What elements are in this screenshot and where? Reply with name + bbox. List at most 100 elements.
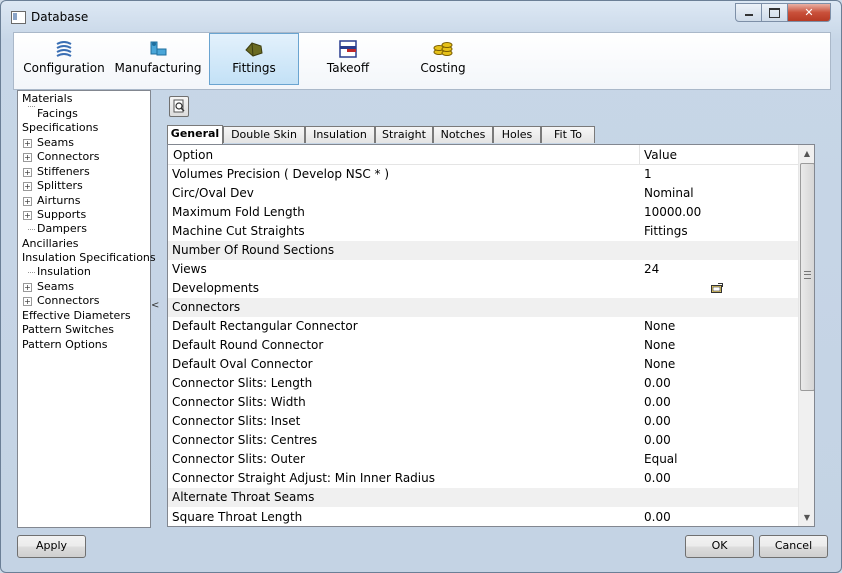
grid-value[interactable]: 1 [644,165,652,184]
tab-notches[interactable]: Notches [433,126,493,143]
tree-item-insulation[interactable]: Insulation [37,265,91,279]
apply-button[interactable]: Apply [17,535,86,558]
toolbar-fittings-button[interactable]: Fittings [209,33,299,85]
costing-icon [433,42,453,56]
ok-button[interactable]: OK [685,535,754,558]
grid-row[interactable]: Default Round Connector None [168,336,798,355]
database-window: Database ✕ Configuration Manufacturing F… [0,0,842,573]
tree-item-supports[interactable]: Supports [37,208,86,222]
tree-item-ancillaries[interactable]: Ancillaries [22,237,79,251]
maximize-icon [769,7,780,18]
grid-row[interactable]: Default Rectangular Connector None [168,317,798,336]
grid-value[interactable]: 0.00 [644,393,671,412]
grid-value[interactable]: Equal [644,450,678,469]
cancel-button[interactable]: Cancel [759,535,828,558]
grid-option: Connector Slits: Length [172,376,313,390]
developments-edit-icon[interactable] [711,283,723,293]
grid-value[interactable]: None [644,355,675,374]
expand-icon[interactable]: + [23,153,32,162]
database-tree[interactable]: Materials Facings Specifications + Seams… [17,90,156,528]
toolbar-configuration-button[interactable]: Configuration [20,34,108,84]
tree-item-pattern-switches[interactable]: Pattern Switches [22,323,114,337]
toolbar-takeoff-label: Takeoff [326,61,370,75]
tab-fit-to[interactable]: Fit To [541,126,595,143]
grid-value[interactable]: 0.00 [644,508,671,526]
tree-item-stiffeners[interactable]: Stiffeners [37,165,90,179]
window-app-icon [11,11,26,24]
tree-item-insulation-connectors[interactable]: Connectors [37,294,99,308]
grid-option: Connector Slits: Width [172,395,306,409]
grid-value[interactable]: 0.00 [644,469,671,488]
grid-row[interactable]: Connector Slits: Length 0.00 [168,374,798,393]
grid-section-label: Number Of Round Sections [172,243,335,257]
tree-item-effective-diameters[interactable]: Effective Diameters [22,309,131,323]
close-button[interactable]: ✕ [788,3,831,22]
tree-item-materials[interactable]: Materials [22,92,72,106]
grid-row[interactable]: Volumes Precision ( Develop NSC * ) 1 [168,165,798,184]
grid-row[interactable]: Connector Straight Adjust: Min Inner Rad… [168,469,798,488]
grid-row[interactable]: Square Throat Length 0.00 [168,508,798,526]
tree-item-facings[interactable]: Facings [37,107,78,121]
toolbar-takeoff-button[interactable]: Takeoff [304,34,392,84]
grid-row[interactable]: Developments [168,279,798,298]
toolbar-costing-button[interactable]: Costing [399,34,487,84]
tree-item-dampers[interactable]: Dampers [37,222,87,236]
expand-icon[interactable]: + [23,211,32,220]
column-header-value[interactable]: Value [644,148,677,162]
expand-icon[interactable]: + [23,197,32,206]
scrollbar-thumb[interactable] [800,163,814,391]
maximize-button[interactable] [762,3,788,22]
expand-icon[interactable]: + [23,283,32,292]
grid-row[interactable]: Connector Slits: Centres 0.00 [168,431,798,450]
grid-vertical-scrollbar[interactable]: ▲ ▼ [798,145,814,526]
toolbar-manufacturing-label: Manufacturing [114,61,202,75]
grid-row[interactable]: Machine Cut Straights Fittings [168,222,798,241]
grid-value[interactable]: 10000.00 [644,203,701,222]
grid-value[interactable]: Fittings [644,222,688,241]
expand-icon[interactable]: + [23,139,32,148]
grid-row[interactable]: Views 24 [168,260,798,279]
collapse-tree-icon[interactable]: < [151,300,159,311]
grid-row[interactable]: Connector Slits: Inset 0.00 [168,412,798,431]
fittings-icon [245,42,263,57]
tab-insulation[interactable]: Insulation [305,126,375,143]
grid-value[interactable]: 0.00 [644,374,671,393]
tree-item-seams[interactable]: Seams [37,136,74,150]
tree-item-splitters[interactable]: Splitters [37,179,83,193]
tree-item-insulation-seams[interactable]: Seams [37,280,74,294]
tree-connector [28,272,35,273]
minimize-button[interactable] [735,3,762,22]
column-header-option[interactable]: Option [173,148,213,162]
grid-value[interactable]: 24 [644,260,659,279]
tab-general[interactable]: General [167,125,223,144]
scroll-down-icon[interactable]: ▼ [799,509,814,526]
tab-double-skin[interactable]: Double Skin [223,126,305,143]
tab-holes[interactable]: Holes [493,126,541,143]
preview-button[interactable] [169,96,189,117]
minimize-icon [744,14,753,16]
tree-item-connectors[interactable]: Connectors [37,150,99,164]
grid-value[interactable]: 0.00 [644,412,671,431]
expand-icon[interactable]: + [23,168,32,177]
grid-option: Circ/Oval Dev [172,186,254,200]
grid-row[interactable]: Connector Slits: Outer Equal [168,450,798,469]
tree-item-airturns[interactable]: Airturns [37,194,80,208]
expand-icon[interactable]: + [23,297,32,306]
options-grid[interactable]: Option Value Volumes Precision ( Develop… [167,144,815,527]
grid-value[interactable]: None [644,336,675,355]
grid-row[interactable]: Connector Slits: Width 0.00 [168,393,798,412]
grid-value[interactable]: 0.00 [644,431,671,450]
scroll-up-icon[interactable]: ▲ [799,145,814,162]
expand-icon[interactable]: + [23,182,32,191]
grid-value[interactable]: None [644,317,675,336]
grid-row[interactable]: Default Oval Connector None [168,355,798,374]
title-bar: Database ✕ [1,1,841,31]
grid-row[interactable]: Circ/Oval Dev Nominal [168,184,798,203]
grid-value[interactable]: Nominal [644,184,694,203]
grid-row[interactable]: Maximum Fold Length 10000.00 [168,203,798,222]
tree-item-specifications[interactable]: Specifications [22,121,98,135]
toolbar-manufacturing-button[interactable]: Manufacturing [114,34,202,84]
tree-item-insulation-specifications[interactable]: Insulation Specifications [22,251,156,265]
tab-straight[interactable]: Straight [375,126,433,143]
tree-item-pattern-options[interactable]: Pattern Options [22,338,108,352]
